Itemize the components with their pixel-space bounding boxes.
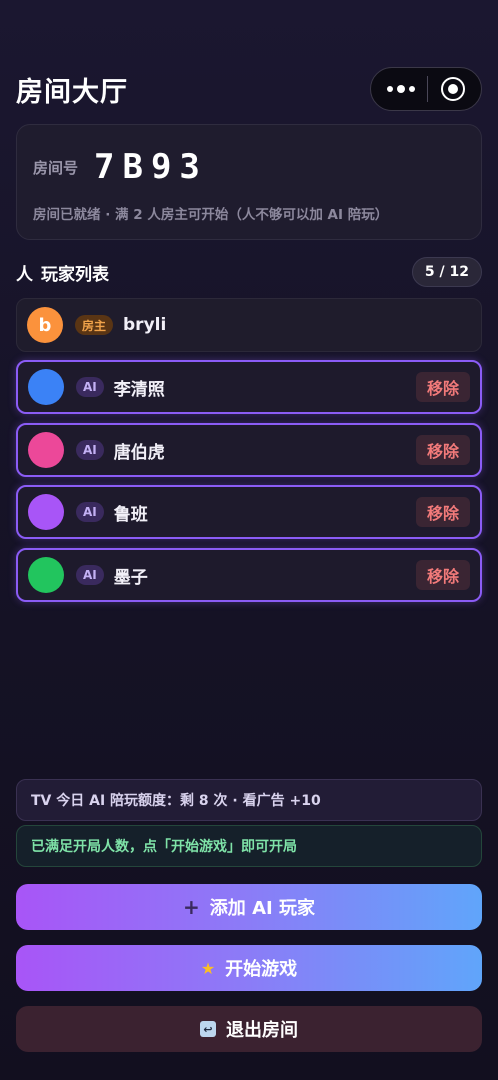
ai-badge: AI	[76, 502, 104, 522]
player-row-ai: AI 鲁班 移除	[16, 485, 482, 539]
player-list-title: 人 玩家列表	[16, 260, 109, 285]
player-list-title-text: 玩家列表	[41, 264, 109, 285]
player-row-ai: AI 唐伯虎 移除	[16, 423, 482, 477]
star-icon: ★	[200, 958, 216, 978]
room-number-label: 房间号	[33, 158, 79, 177]
room-status-text: 房间已就绪 · 满 2 人房主可开始（人不够可以加 AI 陪玩）	[33, 207, 389, 223]
ai-badge: AI	[76, 565, 104, 585]
remove-player-button[interactable]: 移除	[415, 372, 470, 402]
remove-player-button[interactable]: 移除	[415, 497, 470, 527]
exit-room-label: 退出房间	[226, 1020, 298, 1041]
player-row-ai: AI 墨子 移除	[16, 548, 482, 602]
capsule-divider	[427, 76, 429, 102]
ready-hint-banner: 已满足开局人数，点「开始游戏」即可开局	[16, 825, 482, 867]
player-name: 鲁班	[113, 504, 148, 525]
start-game-label: 开始游戏	[225, 959, 298, 980]
add-ai-player-button[interactable]: + 添加 AI 玩家	[16, 884, 482, 930]
plus-icon: +	[183, 895, 200, 919]
player-name: 墨子	[113, 567, 148, 588]
ai-quota-banner: TV 今日 AI 陪玩额度：剩 8 次 · 看广告 +10	[16, 779, 482, 821]
room-info-card: 房间号 7B93 房间已就绪 · 满 2 人房主可开始（人不够可以加 AI 陪玩…	[16, 124, 482, 240]
ai-badge: AI	[76, 440, 104, 460]
player-count-badge: 5 / 12	[411, 257, 482, 287]
mini-program-capsule	[370, 67, 482, 111]
player-name: 唐伯虎	[113, 442, 165, 463]
host-badge: 房主	[75, 315, 114, 335]
room-code: 7B93	[94, 147, 208, 187]
page-title: 房间大厅	[16, 76, 128, 108]
avatar	[28, 557, 64, 593]
avatar	[28, 432, 64, 468]
ai-badge: AI	[76, 377, 104, 397]
start-game-button[interactable]: ★ 开始游戏	[16, 945, 482, 991]
avatar	[28, 494, 64, 530]
avatar: b	[27, 307, 63, 343]
remove-player-button[interactable]: 移除	[415, 560, 470, 590]
return-icon: ↩	[200, 1021, 216, 1037]
avatar	[28, 369, 64, 405]
player-name: 李清照	[113, 379, 165, 400]
player-list-header: 人 玩家列表 5 / 12	[16, 256, 482, 288]
player-row-ai: AI 李清照 移除	[16, 360, 482, 414]
more-icon[interactable]	[387, 85, 416, 93]
remove-player-button[interactable]: 移除	[415, 435, 470, 465]
player-row-host: b 房主 bryli	[16, 298, 482, 352]
add-ai-player-label: 添加 AI 玩家	[209, 898, 315, 919]
player-name: bryli	[123, 315, 167, 335]
close-target-icon[interactable]	[440, 77, 465, 101]
exit-room-button[interactable]: ↩ 退出房间	[16, 1006, 482, 1052]
person-icon: 人	[16, 264, 33, 285]
header: 房间大厅	[16, 66, 482, 112]
